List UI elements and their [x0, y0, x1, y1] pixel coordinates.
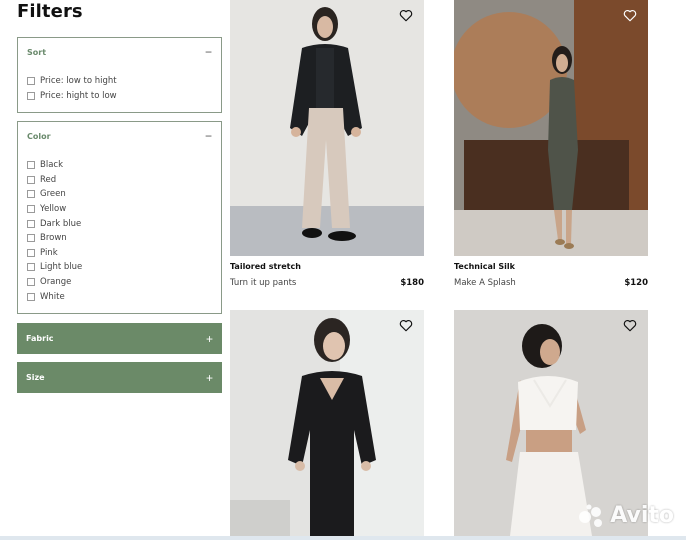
size-filter-toggle[interactable]: Size + [17, 362, 222, 393]
color-option-green[interactable]: Green [27, 187, 212, 202]
watermark-text: Avito [610, 503, 674, 528]
color-option-brown[interactable]: Brown [27, 231, 212, 246]
checkbox[interactable] [27, 219, 35, 228]
color-filter-title: Color [27, 131, 51, 141]
product-image[interactable] [230, 310, 424, 536]
product-card[interactable]: Technical Silk Make A Splash $120 [454, 0, 648, 288]
sort-filter-title: Sort [27, 47, 47, 57]
color-filter-header[interactable]: Color − [18, 122, 221, 150]
product-price: $180 [400, 278, 424, 288]
checkbox[interactable] [27, 205, 35, 214]
sort-filter-header[interactable]: Sort − [18, 38, 221, 66]
fabric-filter-title: Fabric [26, 334, 54, 343]
checkbox[interactable] [27, 91, 35, 100]
expand-icon: + [205, 370, 213, 385]
avito-watermark: Avito [578, 503, 674, 528]
product-subtitle: Make A Splash [454, 278, 516, 288]
avito-logo-icon [579, 504, 603, 527]
heart-icon[interactable] [623, 319, 637, 332]
product-name[interactable]: Tailored stretch [230, 262, 424, 271]
checkbox[interactable] [27, 263, 35, 272]
color-option-light-blue[interactable]: Light blue [27, 260, 212, 275]
color-option-dark-blue[interactable]: Dark blue [27, 216, 212, 231]
product-card[interactable]: Tailored stretch Turn it up pants $180 [230, 0, 424, 288]
heart-icon[interactable] [399, 9, 413, 22]
checkbox[interactable] [27, 190, 35, 199]
checkbox[interactable] [27, 292, 35, 301]
sort-option-low-to-high[interactable]: Price: low to hight [27, 74, 212, 89]
color-option-white[interactable]: White [27, 289, 212, 304]
page-title: Filters [17, 1, 83, 22]
size-filter-title: Size [26, 373, 45, 382]
fabric-filter-toggle[interactable]: Fabric + [17, 323, 222, 354]
expand-icon: + [205, 331, 213, 346]
checkbox[interactable] [27, 161, 35, 170]
product-name[interactable]: Technical Silk [454, 262, 648, 271]
product-photo-technical-silk [454, 0, 648, 256]
collapse-icon[interactable]: − [205, 46, 212, 58]
sort-filter-panel: Sort − Price: low to hight Price: hight … [17, 37, 222, 113]
color-option-pink[interactable]: Pink [27, 246, 212, 261]
color-option-black[interactable]: Black [27, 158, 212, 173]
heart-icon[interactable] [399, 319, 413, 332]
product-photo-black-dress [230, 310, 424, 536]
color-option-yellow[interactable]: Yellow [27, 202, 212, 217]
color-option-red[interactable]: Red [27, 173, 212, 188]
checkbox[interactable] [27, 234, 35, 243]
product-photo-tailored-stretch [230, 0, 424, 256]
color-option-orange[interactable]: Orange [27, 275, 212, 290]
checkbox[interactable] [27, 175, 35, 184]
sort-option-high-to-low[interactable]: Price: hight to low [27, 89, 212, 104]
collapse-icon[interactable]: − [205, 130, 212, 142]
product-price: $120 [624, 278, 648, 288]
checkbox[interactable] [27, 278, 35, 287]
color-filter-panel: Color − Black Red Green Yellow Dark blue… [17, 121, 222, 314]
product-subtitle: Turn it up pants [230, 278, 297, 288]
product-card[interactable] [230, 310, 424, 536]
heart-icon[interactable] [623, 9, 637, 22]
product-image[interactable] [454, 0, 648, 256]
checkbox[interactable] [27, 248, 35, 257]
checkbox[interactable] [27, 77, 35, 86]
product-image[interactable] [230, 0, 424, 256]
bottom-edge-bar [0, 536, 686, 540]
